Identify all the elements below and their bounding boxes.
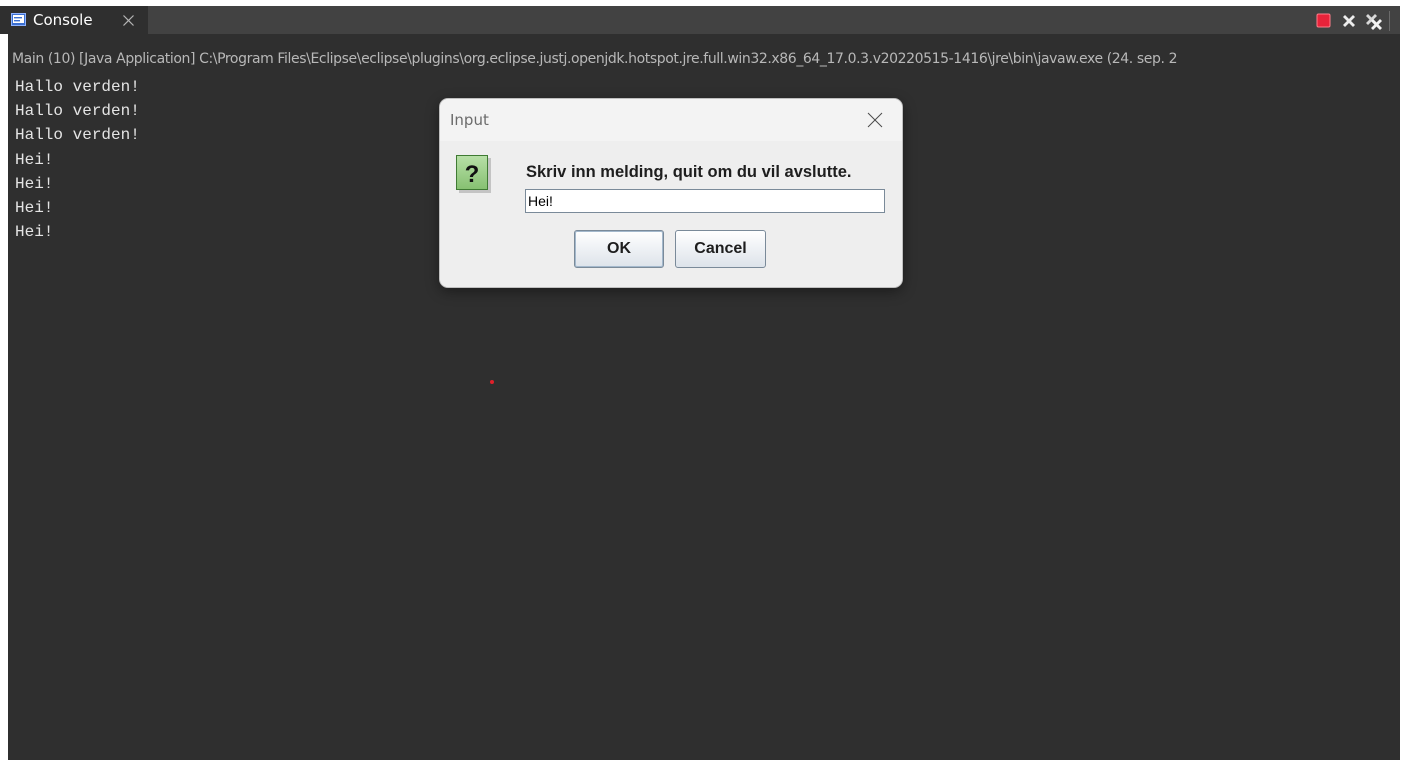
dialog-body: ? Skriv inn melding, quit om du vil avsl… [440,141,902,287]
left-edge [0,34,8,760]
terminate-icon[interactable] [1314,11,1334,31]
dialog-title-bar[interactable]: Input [440,99,902,141]
toolbar-separator [1389,11,1390,31]
output-line: Hallo verden! [15,102,140,121]
message-input[interactable] [525,189,885,213]
launch-description: Main (10) [Java Application] C:\Program … [12,51,1178,67]
eclipse-window: Console Main (10) [Java Application] C:\… [0,0,1406,760]
console-view-toolbar: Console [0,6,1400,34]
console-output: Hallo verden! Hallo verden! Hallo verden… [15,75,140,244]
output-line: Hallo verden! [15,126,140,145]
tab-label: Console [33,11,93,29]
mouse-cursor-dot [490,380,494,384]
cancel-button[interactable]: Cancel [675,230,766,268]
input-dialog: Input ? Skriv inn melding, quit om du vi… [440,99,902,287]
output-line: Hallo verden! [15,78,140,96]
output-line: Hei! [15,198,54,217]
question-icon: ? [456,155,491,193]
view-toolbar-icons [1314,11,1390,31]
right-edge [1400,0,1406,760]
dialog-title: Input [450,111,489,129]
output-line: Hei! [15,174,54,193]
ok-button[interactable]: OK [574,230,664,268]
output-line: Hei! [15,150,54,169]
tab-console[interactable]: Console [0,6,148,34]
close-icon[interactable] [122,14,135,27]
console-icon [11,13,26,26]
svg-text:?: ? [465,161,480,188]
prompt-label: Skriv inn melding, quit om du vil avslut… [526,163,852,181]
remove-all-terminated-icon[interactable] [1364,11,1384,31]
output-line: Hei! [15,223,54,242]
remove-launch-icon[interactable] [1339,11,1359,31]
close-icon[interactable] [866,111,884,129]
